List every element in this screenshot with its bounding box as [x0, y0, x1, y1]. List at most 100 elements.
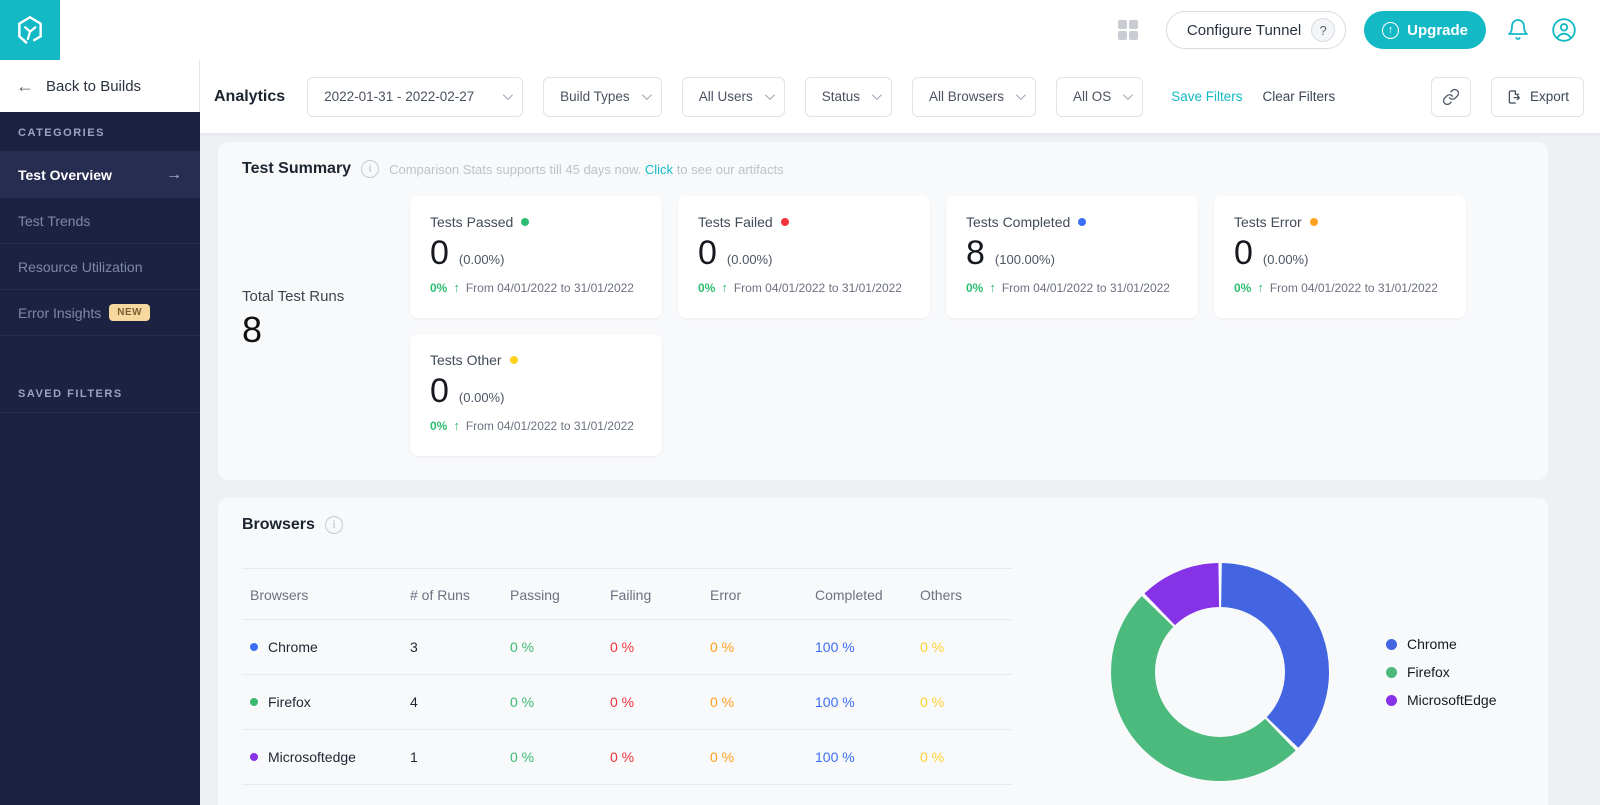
sidebar-item-test-overview[interactable]: Test Overview →: [0, 152, 200, 198]
forward-arrow-icon: →: [166, 166, 182, 184]
stat-card-tests-passed: Tests Passed 0 (0.00%) 0% ↑: [410, 196, 662, 318]
col-completed: Completed: [807, 569, 912, 620]
info-icon[interactable]: i: [325, 516, 343, 534]
others-cell: 0 %: [912, 620, 1012, 675]
browsers-panel: Browsers i Browsers # of Runs Passing: [218, 498, 1548, 805]
total-test-runs-label: Total Test Runs: [242, 288, 410, 305]
delta-value: 0%: [966, 281, 983, 295]
stat-card-percent: (0.00%): [727, 252, 773, 267]
notifications-bell-icon[interactable]: [1504, 16, 1532, 44]
stat-card-compare-row: 0% ↑ From 04/01/2022 to 31/01/2022: [1234, 280, 1446, 295]
table-row-microsoftedge[interactable]: Microsoftedge 1 0 % 0 % 0 % 100 % 0 %: [242, 730, 1012, 785]
user-avatar-icon[interactable]: [1550, 16, 1578, 44]
stat-card-percent: (100.00%): [995, 252, 1055, 267]
all-os-dropdown[interactable]: All OS: [1056, 77, 1143, 117]
table-row-chrome[interactable]: Chrome 3 0 % 0 % 0 % 100 % 0 %: [242, 620, 1012, 675]
col-passing: Passing: [502, 569, 602, 620]
filter-bar: Analytics 2022-01-31 - 2022-02-27 Build …: [200, 60, 1600, 134]
copy-link-button[interactable]: [1431, 77, 1471, 117]
sidebar-item-error-insights[interactable]: Error Insights NEW: [0, 290, 200, 336]
browsers-chart-area: Chrome Firefox MicrosoftEdge: [1100, 552, 1496, 792]
comparison-note: Comparison Stats supports till 45 days n…: [389, 162, 784, 177]
stat-card-number-row: 0 (0.00%): [430, 236, 642, 270]
stat-card-tests-failed: Tests Failed 0 (0.00%) 0% ↑: [678, 196, 930, 318]
upgrade-label: Upgrade: [1407, 22, 1468, 39]
all-browsers-dropdown[interactable]: All Browsers: [912, 77, 1036, 117]
stat-card-tests-error: Tests Error 0 (0.00%) 0% ↑: [1214, 196, 1466, 318]
stat-card-title: Tests Other: [430, 352, 502, 368]
stat-card-compare-row: 0% ↑ From 04/01/2022 to 31/01/2022: [966, 280, 1178, 295]
stat-card-number-row: 0 (0.00%): [430, 374, 642, 408]
info-icon[interactable]: i: [361, 160, 379, 178]
col-browsers: Browsers: [242, 569, 402, 620]
stat-card-title: Tests Passed: [430, 214, 513, 230]
save-filters-link[interactable]: Save Filters: [1171, 89, 1242, 104]
upgrade-button[interactable]: ↑ Upgrade: [1364, 11, 1486, 49]
compare-range: From 04/01/2022 to 31/01/2022: [466, 419, 634, 433]
lambdatest-logo[interactable]: [0, 0, 60, 60]
compare-range: From 04/01/2022 to 31/01/2022: [1270, 281, 1438, 295]
browser-name-cell: Microsoftedge: [250, 749, 394, 765]
stat-card-value: 0: [430, 374, 449, 408]
browsers-header: Browsers i: [242, 516, 1524, 534]
stat-card-title: Tests Error: [1234, 214, 1302, 230]
help-icon[interactable]: ?: [1311, 18, 1335, 42]
stat-card-value: 0: [430, 236, 449, 270]
completed-cell: 100 %: [807, 730, 912, 785]
legend-item-microsoftedge: MicrosoftEdge: [1386, 692, 1496, 708]
legend-label: Firefox: [1407, 664, 1450, 680]
chevron-down-icon: [765, 90, 775, 100]
browser-name-cell: Firefox: [250, 694, 394, 710]
back-to-builds-button[interactable]: ← Back to Builds: [0, 60, 200, 112]
arrow-up-icon: ↑: [453, 280, 460, 295]
analytics-dashboard: Configure Tunnel ? ↑ Upgrade ← Back to B…: [0, 0, 1600, 805]
chevron-down-icon: [872, 90, 882, 100]
click-link[interactable]: Click: [645, 162, 673, 177]
status-dot: [781, 218, 789, 226]
arrow-up-icon: ↑: [453, 418, 460, 433]
all-os-value: All OS: [1073, 89, 1111, 104]
stat-cards: Tests Passed 0 (0.00%) 0% ↑: [410, 196, 1500, 456]
sidebar-item-resource-utilization[interactable]: Resource Utilization: [0, 244, 200, 290]
apps-grid-icon[interactable]: [1118, 20, 1138, 40]
topbar-actions: Configure Tunnel ? ↑ Upgrade: [1118, 11, 1600, 49]
sidebar-spacer: [0, 336, 200, 374]
content-scroll-area[interactable]: Test Summary i Comparison Stats supports…: [200, 134, 1600, 805]
build-types-value: Build Types: [560, 89, 630, 104]
delta-value: 0%: [430, 281, 447, 295]
clear-filters-link[interactable]: Clear Filters: [1263, 89, 1336, 104]
sidebar: ← Back to Builds CATEGORIES Test Overvie…: [0, 60, 200, 805]
failing-cell: 0 %: [602, 675, 702, 730]
note-suffix: to see our artifacts: [677, 162, 784, 177]
browser-dot: [250, 643, 258, 651]
configure-tunnel-button[interactable]: Configure Tunnel ?: [1166, 11, 1346, 49]
compare-range: From 04/01/2022 to 31/01/2022: [466, 281, 634, 295]
grid-square: [1129, 20, 1138, 29]
stat-card-title: Tests Failed: [698, 214, 773, 230]
sidebar-nav: CATEGORIES Test Overview → Test Trends R…: [0, 112, 200, 805]
failing-cell: 0 %: [602, 730, 702, 785]
build-types-dropdown[interactable]: Build Types: [543, 77, 662, 117]
browsers-donut-chart: [1100, 552, 1340, 792]
note-prefix: Comparison Stats supports till 45 days n…: [389, 162, 641, 177]
arrow-up-icon: ↑: [1257, 280, 1264, 295]
delta-value: 0%: [430, 419, 447, 433]
error-cell: 0 %: [702, 675, 807, 730]
others-cell: 0 %: [912, 730, 1012, 785]
legend-label: MicrosoftEdge: [1407, 692, 1496, 708]
chart-legend: Chrome Firefox MicrosoftEdge: [1386, 636, 1496, 708]
total-test-runs-value: 8: [242, 309, 410, 351]
status-dropdown[interactable]: Status: [805, 77, 892, 117]
status-dot: [521, 218, 529, 226]
runs-cell: 1: [402, 730, 502, 785]
col-failing: Failing: [602, 569, 702, 620]
table-row-firefox[interactable]: Firefox 4 0 % 0 % 0 % 100 % 0 %: [242, 675, 1012, 730]
export-button[interactable]: Export: [1491, 77, 1584, 117]
legend-item-firefox: Firefox: [1386, 664, 1496, 680]
grid-square: [1129, 31, 1138, 40]
delta-value: 0%: [698, 281, 715, 295]
all-users-dropdown[interactable]: All Users: [682, 77, 785, 117]
stat-card-number-row: 0 (0.00%): [1234, 236, 1446, 270]
sidebar-item-test-trends[interactable]: Test Trends: [0, 198, 200, 244]
date-range-dropdown[interactable]: 2022-01-31 - 2022-02-27: [307, 77, 523, 117]
